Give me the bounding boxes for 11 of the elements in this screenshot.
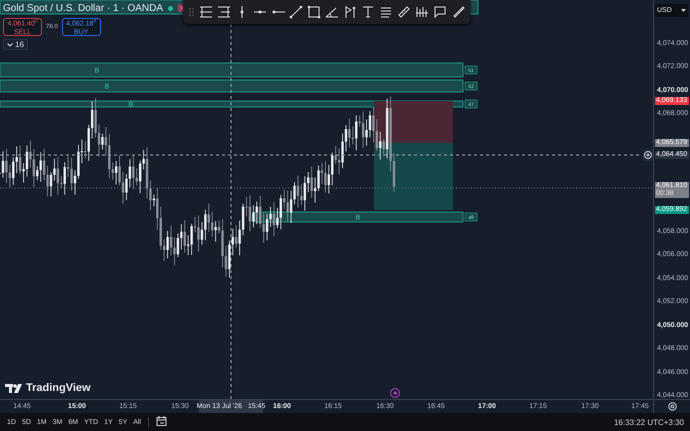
status-dot-icon (168, 6, 174, 10)
chevron-icon (7, 42, 13, 46)
symbol-title: Gold Spot / U.S. Dollar · 1 · OANDA (3, 2, 164, 14)
tradingview-logo-icon (5, 382, 23, 394)
indicators-toggle[interactable]: 16 (3, 39, 28, 50)
settings-icon[interactable] (668, 402, 676, 411)
clock-time: 16:33:22 UTC+3:30 (614, 418, 685, 426)
chevron-icon (681, 9, 686, 12)
lightning-icon (390, 388, 400, 398)
brand-name: TradingView (26, 382, 91, 394)
trend-line-icon[interactable] (287, 3, 304, 21)
